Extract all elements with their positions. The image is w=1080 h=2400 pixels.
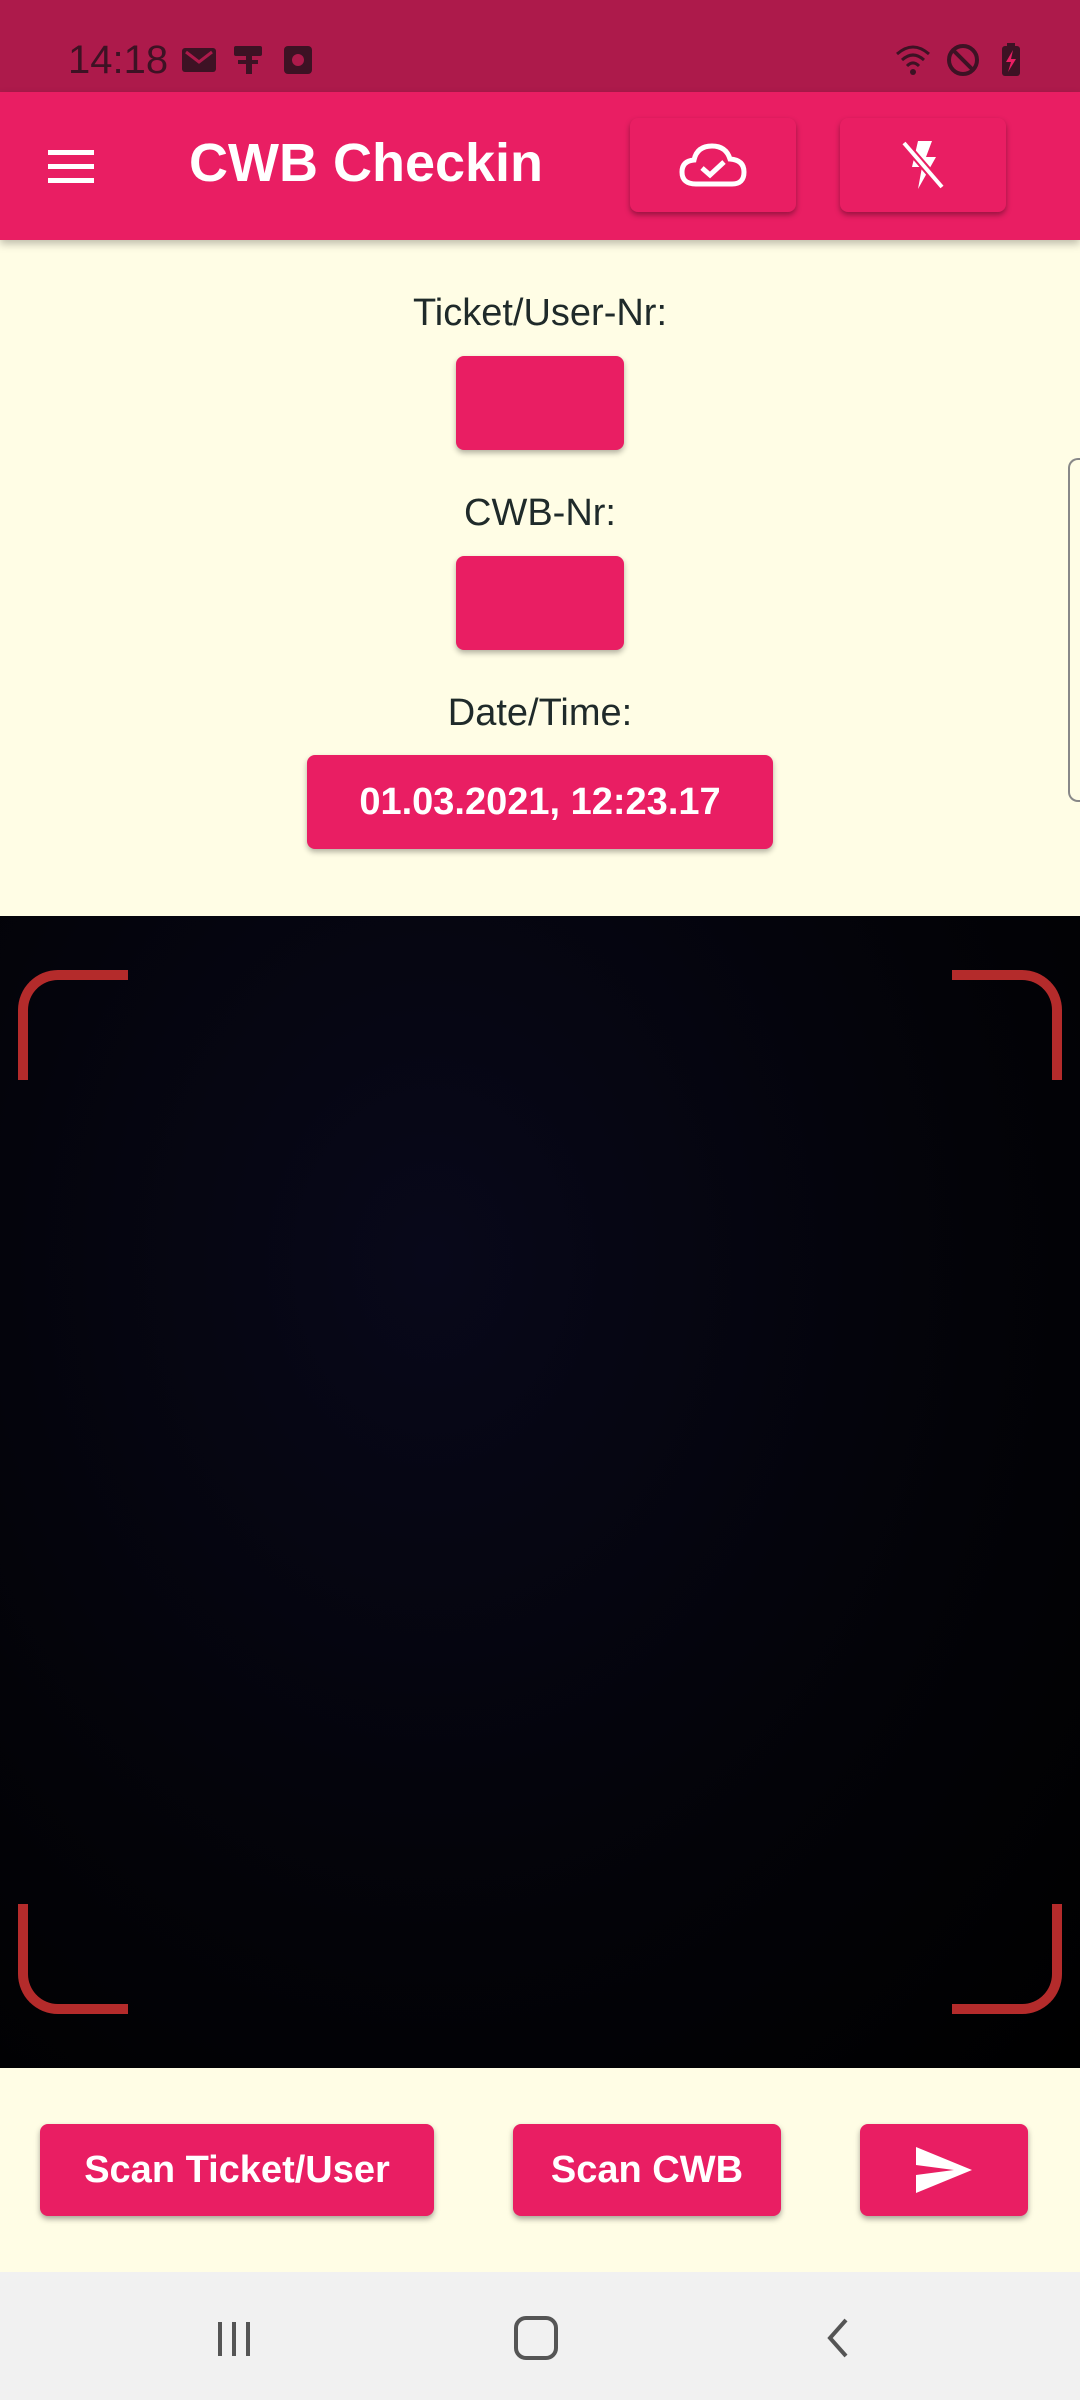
app-bar: CWB Checkin [0,92,1080,240]
scanner-camera-view [0,916,1080,2068]
ticket-user-value[interactable] [456,356,624,450]
back-button[interactable] [808,2308,868,2368]
scanner-corner-bottom-right [952,1904,1062,2014]
paint-roller-icon [230,42,268,78]
flash-off-icon [900,140,946,190]
cwb-nr-label: CWB-Nr: [464,492,616,534]
scan-ticket-user-button[interactable]: Scan Ticket/User [40,2124,434,2216]
scroll-indicator [1068,458,1080,802]
status-time: 14:18 [68,38,169,82]
menu-icon [48,150,94,183]
home-icon [514,2316,558,2360]
date-time-label: Date/Time: [447,692,633,734]
gmail-icon [180,42,218,78]
send-icon [916,2147,972,2193]
scanner-corner-top-left [18,970,128,1080]
app-title: CWB Checkin [189,133,544,193]
scanner-corner-bottom-left [18,1904,128,2014]
screen-record-icon [280,42,318,78]
system-nav-bar [0,2272,1080,2400]
cloud-check-icon [679,143,747,187]
scan-cwb-button[interactable]: Scan CWB [513,2124,781,2216]
date-time-button[interactable]: 01.03.2021, 12:23.17 [307,755,773,849]
battery-charging-icon [992,42,1030,78]
ticket-user-label: Ticket/User-Nr: [412,292,668,334]
cloud-sync-button[interactable] [630,118,796,212]
wifi-icon [894,42,932,78]
send-button[interactable] [860,2124,1028,2216]
flash-toggle-button[interactable] [840,118,1006,212]
menu-button[interactable] [40,136,106,196]
recents-button[interactable] [204,2308,264,2368]
home-button[interactable] [506,2308,566,2368]
scanner-corner-top-right [952,970,1062,1080]
do-not-disturb-icon [944,42,982,78]
recents-icon [218,2322,250,2356]
back-icon [827,2318,848,2358]
status-bar: 14:18 [0,0,1080,92]
cwb-nr-value[interactable] [456,556,624,650]
